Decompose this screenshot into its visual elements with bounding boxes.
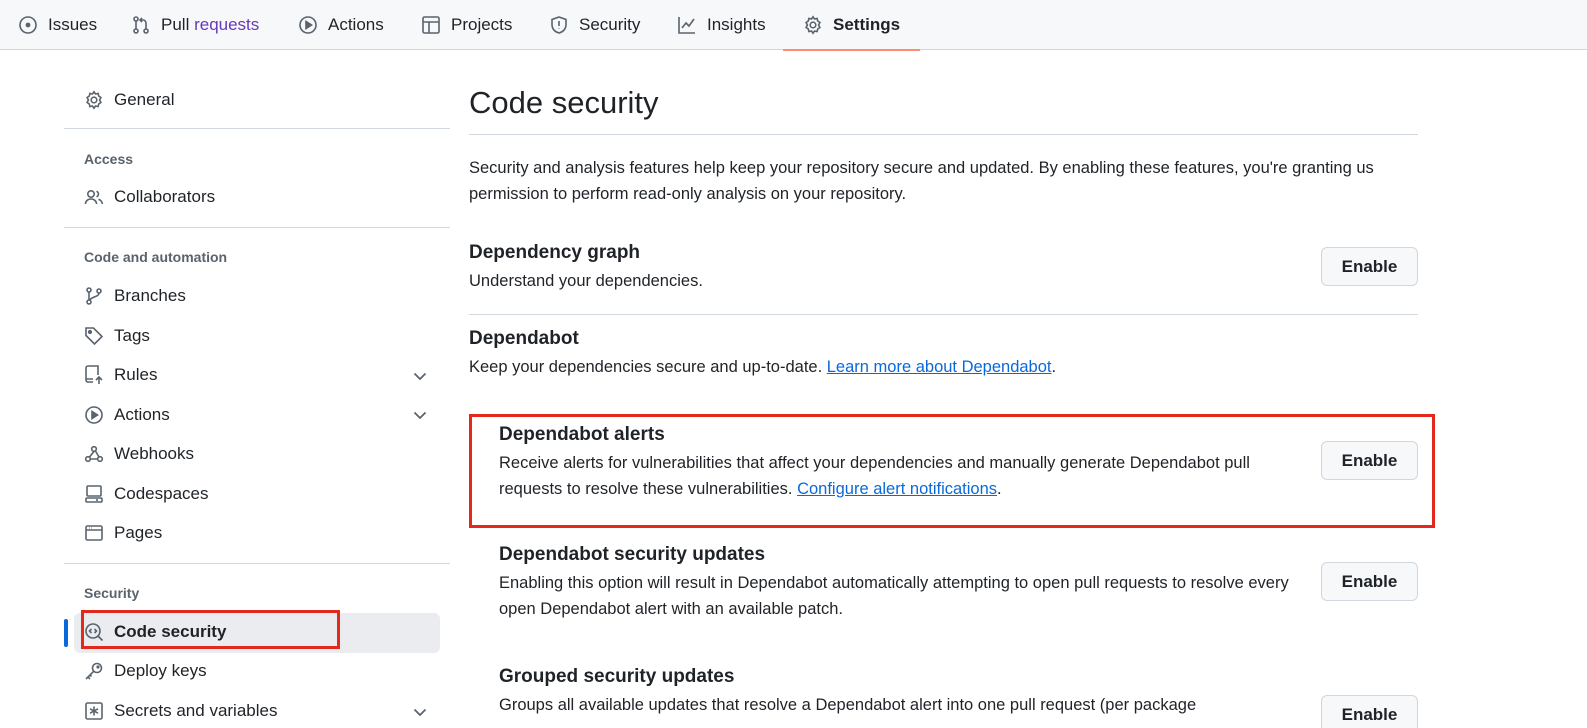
tab-insights[interactable]: Insights [677,0,766,50]
git-branch-icon [84,286,104,306]
enable-grouped-updates-button[interactable]: Enable [1321,695,1418,728]
asterisk-icon [84,701,104,721]
dependabot-security-updates-title: Dependabot security updates [499,544,766,565]
issue-opened-icon [18,15,38,35]
sidebar-item-deploy-keys[interactable]: Deploy keys [84,657,207,685]
gear-icon [84,90,104,110]
sidebar-item-label: Collaborators [114,187,216,206]
tab-issues-label: Issues [48,15,98,34]
sidebar-item-rules[interactable]: Rules [84,361,157,389]
dependabot-desc-period: . [1051,358,1057,376]
sidebar-item-branches[interactable]: Branches [84,282,186,310]
tab-actions-label: Actions [328,15,384,34]
tab-projects[interactable]: Projects [421,0,512,50]
git-pull-request-icon [131,15,151,35]
sidebar-selected-indicator [64,619,68,647]
sidebar-item-label: Codespaces [114,484,209,503]
people-icon [84,187,104,207]
configure-alert-notifications-link[interactable]: Configure alert notifications [797,480,997,498]
sidebar-item-code-security[interactable]: Code security [84,618,226,646]
repo-nav: Issues Pull requests Actions Projects Se… [0,0,1587,51]
chevron-down-icon[interactable] [410,405,430,425]
sidebar-item-label: General [114,90,175,109]
sidebar-divider [64,128,450,129]
sidebar-item-webhooks[interactable]: Webhooks [84,440,194,468]
grouped-security-updates-title: Grouped security updates [499,666,735,687]
dependabot-alerts-desc-period: . [997,480,1002,498]
key-icon [84,661,104,681]
tab-actions[interactable]: Actions [298,0,384,50]
sidebar-item-actions[interactable]: Actions [84,401,170,429]
play-icon [298,15,318,35]
browser-icon [84,523,104,543]
enable-security-updates-button[interactable]: Enable [1321,562,1418,601]
sidebar-item-codespaces[interactable]: Codespaces [84,480,209,508]
sidebar-divider [64,227,450,228]
grouped-security-updates-desc: Groups all available updates that resolv… [499,696,1197,714]
shield-icon [549,15,569,35]
title-divider [469,134,1418,135]
enable-dependabot-alerts-button[interactable]: Enable [1321,441,1418,480]
sidebar-item-general[interactable]: General [84,86,174,114]
sidebar-item-label: Pages [114,523,163,542]
graph-icon [677,15,697,35]
intro-text: Security and analysis features help keep… [469,159,1374,203]
tag-icon [84,326,104,346]
play-icon [84,405,104,425]
sidebar-item-label: Secrets and variables [114,701,278,720]
tab-issues[interactable]: Issues [18,0,97,50]
enable-dependency-graph-button[interactable]: Enable [1321,247,1418,286]
table-icon [421,15,441,35]
tab-security-label: Security [579,15,641,34]
tab-settings[interactable]: Settings [782,0,921,51]
sidebar-item-label: Tags [114,326,150,345]
tab-pull-label-main: Pull [161,15,195,34]
tab-projects-label: Projects [451,15,513,34]
chevron-down-icon[interactable] [410,366,430,386]
gear-icon [803,15,823,35]
sidebar-heading-security: Security [84,585,140,601]
sidebar-divider [64,563,450,564]
sidebar-item-tags[interactable]: Tags [84,322,150,350]
section-divider [469,314,1418,315]
tab-pull-requests[interactable]: Pull requests [131,0,259,50]
dependabot-title: Dependabot [469,328,579,349]
tab-pull-label-sub: requests [194,15,260,34]
sidebar-heading-code-automation: Code and automation [84,249,228,265]
dependency-graph-desc: Understand your dependencies. [469,272,703,290]
chevron-down-icon[interactable] [410,702,430,722]
learn-more-dependabot-link[interactable]: Learn more about Dependabot [827,358,1052,376]
codescan-icon [84,622,104,642]
dependabot-desc: Keep your dependencies secure and up-to-… [469,354,1056,380]
dependabot-desc-text: Keep your dependencies secure and up-to-… [469,358,827,376]
dependabot-alerts-desc: Receive alerts for vulnerabilities that … [499,450,1299,502]
codespaces-icon [84,484,104,504]
sidebar-item-label: Code security [114,622,227,641]
dependabot-alerts-title: Dependabot alerts [499,424,665,445]
sidebar-item-label: Deploy keys [114,661,207,680]
sidebar-item-secrets-variables[interactable]: Secrets and variables [84,697,277,725]
tab-settings-label: Settings [833,15,901,34]
webhook-icon [84,444,104,464]
sidebar-heading-access: Access [84,151,134,167]
sidebar-item-label: Rules [114,365,158,384]
tab-pull-requests-label: Pull requests [161,15,259,35]
sidebar-item-label: Webhooks [114,444,195,463]
sidebar-item-label: Actions [114,405,170,424]
sidebar-item-pages[interactable]: Pages [84,519,162,547]
dependency-graph-title: Dependency graph [469,242,641,263]
dependabot-security-updates-desc: Enabling this option will result in Depe… [499,574,1289,618]
tab-insights-label: Insights [707,15,766,34]
sidebar-item-collaborators[interactable]: Collaborators [84,183,215,211]
repo-push-icon [84,365,104,385]
sidebar-item-label: Branches [114,286,186,305]
tab-security[interactable]: Security [549,0,640,50]
page-title: Code security [469,85,659,120]
